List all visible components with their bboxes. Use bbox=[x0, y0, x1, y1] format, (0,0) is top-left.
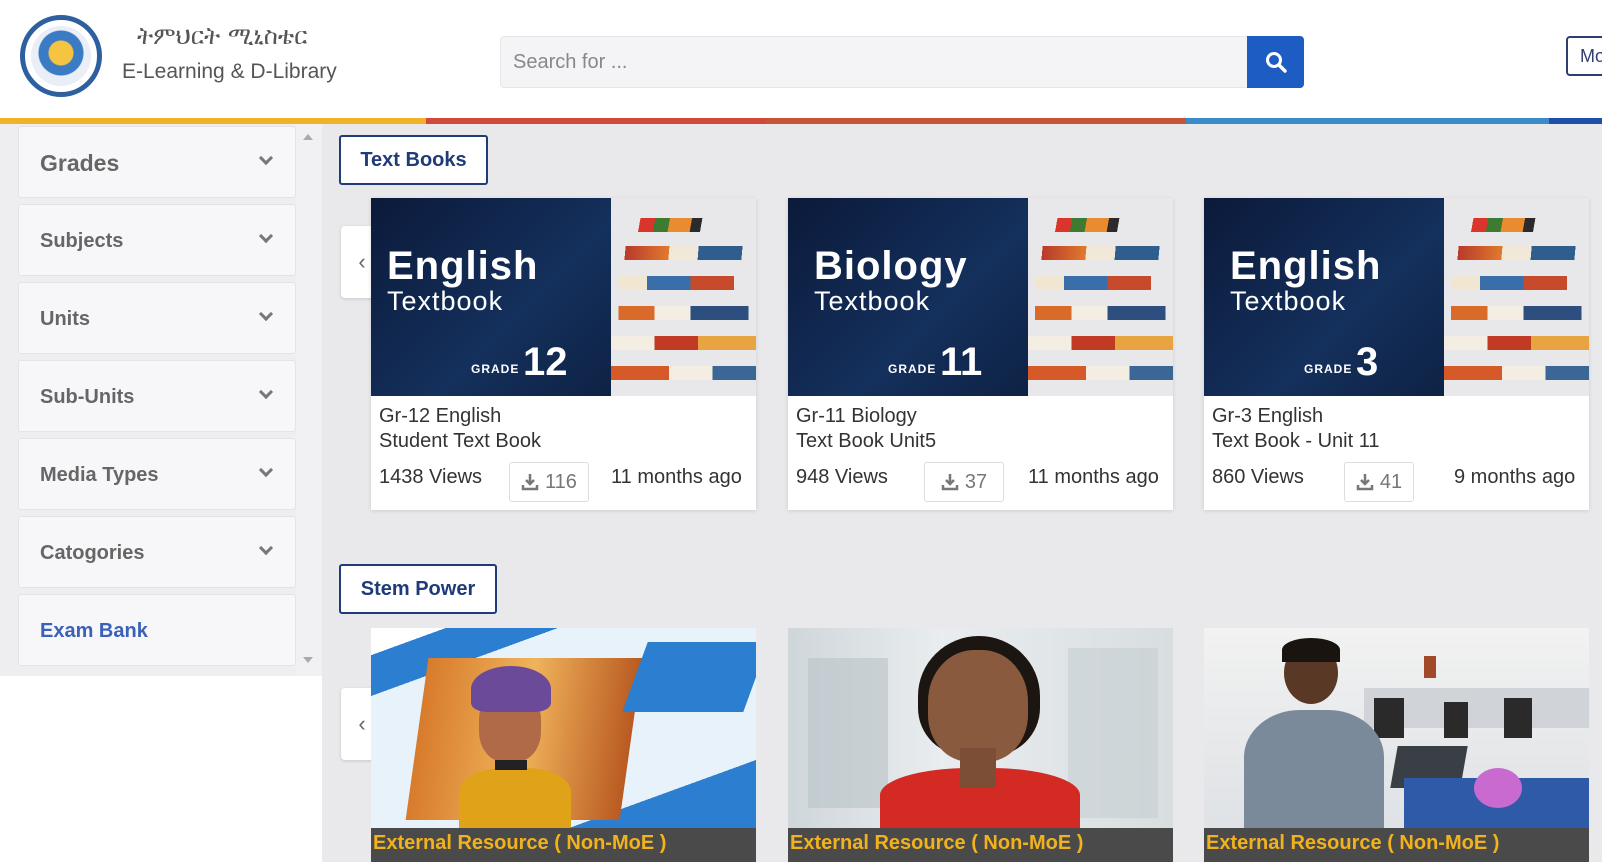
download-button[interactable]: 116 bbox=[509, 462, 589, 502]
textbook-cover[interactable]: English Textbook GRADE 3 bbox=[1204, 198, 1589, 396]
color-segment bbox=[426, 118, 766, 124]
download-button[interactable]: 37 bbox=[924, 462, 1004, 502]
download-count: 41 bbox=[1379, 470, 1403, 493]
external-resource-label: External Resource ( Non-MoE ) bbox=[371, 828, 756, 862]
cover-type: Textbook bbox=[814, 286, 931, 316]
textbook-card[interactable]: English Textbook GRADE 12 Gr-12 English … bbox=[371, 198, 756, 510]
filter-grades[interactable]: Grades bbox=[18, 126, 296, 198]
color-segment bbox=[1186, 118, 1549, 124]
cover-type: Textbook bbox=[1230, 286, 1347, 316]
view-count: 1438 Views bbox=[379, 466, 483, 488]
more-button[interactable]: Mo bbox=[1566, 36, 1602, 76]
textbook-title-line1: Gr-12 English bbox=[379, 405, 502, 427]
textbook-title[interactable]: Gr-12 English Student Text Book bbox=[379, 404, 541, 454]
chevron-down-icon bbox=[258, 228, 274, 244]
filter-sub-units[interactable]: Sub-Units bbox=[18, 360, 296, 432]
cover-grade-label: GRADE bbox=[888, 362, 937, 376]
video-thumbnail[interactable] bbox=[371, 628, 756, 828]
ministry-logo[interactable] bbox=[20, 15, 102, 97]
cover-type: Textbook bbox=[387, 286, 504, 316]
video-thumbnail[interactable] bbox=[788, 628, 1173, 828]
cover-grade-label: GRADE bbox=[471, 362, 520, 376]
download-icon bbox=[1356, 474, 1374, 491]
sidebar-scrollbar[interactable] bbox=[296, 124, 322, 676]
textbook-card[interactable]: Biology Textbook GRADE 11 Gr-11 Biology … bbox=[788, 198, 1173, 510]
textbook-title-line1: Gr-11 Biology bbox=[796, 405, 917, 427]
textbook-title[interactable]: Gr-11 Biology Text Book Unit5 bbox=[796, 404, 936, 454]
books-illustration bbox=[611, 198, 756, 396]
color-segment bbox=[1549, 118, 1602, 124]
stem-video-card[interactable]: External Resource ( Non-MoE ) bbox=[1204, 628, 1589, 862]
search-bar bbox=[500, 36, 1304, 88]
filter-categories[interactable]: Catogories bbox=[18, 516, 296, 588]
filter-media-types[interactable]: Media Types bbox=[18, 438, 296, 510]
cover-grade-number: 11 bbox=[940, 340, 983, 384]
exam-bank-label: Exam Bank bbox=[40, 620, 148, 642]
stem-video-card[interactable]: External Resource ( Non-MoE ) bbox=[371, 628, 756, 862]
chevron-down-icon bbox=[258, 462, 274, 478]
cover-grade-number: 12 bbox=[523, 340, 568, 384]
textbook-cover[interactable]: Biology Textbook GRADE 11 bbox=[788, 198, 1173, 396]
books-illustration bbox=[1028, 198, 1173, 396]
download-count: 116 bbox=[545, 470, 577, 493]
sidebar: Grades Subjects Units Sub-Units Media Ty… bbox=[0, 124, 322, 862]
filter-units[interactable]: Units bbox=[18, 282, 296, 354]
search-input[interactable] bbox=[501, 37, 1249, 87]
filter-label: Units bbox=[40, 308, 90, 330]
textbook-cover[interactable]: English Textbook GRADE 12 bbox=[371, 198, 756, 396]
chevron-left-icon: ‹ bbox=[358, 249, 366, 274]
brand-english-title: E-Learning & D-Library bbox=[122, 60, 337, 83]
filter-label: Subjects bbox=[40, 230, 124, 252]
section-stem-power-button[interactable]: Stem Power bbox=[339, 564, 497, 614]
filter-label: Media Types bbox=[40, 464, 159, 486]
download-button[interactable]: 41 bbox=[1344, 462, 1414, 502]
upload-age: 11 months ago bbox=[611, 466, 742, 488]
chevron-down-icon bbox=[258, 306, 274, 322]
chevron-down-icon bbox=[258, 540, 274, 556]
download-icon bbox=[941, 474, 959, 491]
cover-grade-number: 3 bbox=[1356, 340, 1379, 384]
upload-age: 11 months ago bbox=[1028, 466, 1159, 488]
cover-subject: Biology bbox=[814, 244, 968, 288]
video-thumbnail[interactable] bbox=[1204, 628, 1589, 828]
brand-amharic-title: ትምህርት ሚኒስቴር bbox=[137, 22, 308, 50]
cover-subject: English bbox=[387, 244, 539, 288]
scroll-down-icon[interactable] bbox=[303, 657, 313, 663]
filter-label: Grades bbox=[40, 150, 120, 176]
textbook-title-line2: Student Text Book bbox=[379, 430, 541, 452]
chevron-left-icon: ‹ bbox=[358, 711, 366, 736]
color-segment bbox=[766, 118, 1186, 124]
scroll-up-icon[interactable] bbox=[303, 134, 313, 140]
cover-grade-label: GRADE bbox=[1304, 362, 1353, 376]
cover-subject: English bbox=[1230, 244, 1382, 288]
view-count: 948 Views bbox=[796, 466, 888, 488]
textbook-card[interactable]: English Textbook GRADE 3 Gr-3 English Te… bbox=[1204, 198, 1589, 510]
books-illustration bbox=[1444, 198, 1589, 396]
header: ትምህርት ሚኒስቴር E-Learning & D-Library Mo bbox=[0, 0, 1602, 118]
filter-label: Catogories bbox=[40, 542, 145, 564]
external-resource-label: External Resource ( Non-MoE ) bbox=[1204, 828, 1589, 862]
search-icon bbox=[1265, 52, 1287, 73]
textbook-title[interactable]: Gr-3 English Text Book - Unit 11 bbox=[1212, 404, 1379, 454]
exam-bank-link[interactable]: Exam Bank bbox=[18, 594, 296, 666]
download-icon bbox=[521, 474, 539, 491]
chevron-down-icon bbox=[258, 150, 274, 166]
upload-age: 9 months ago bbox=[1454, 466, 1576, 488]
view-count: 860 Views bbox=[1212, 466, 1304, 488]
textbook-title-line1: Gr-3 English bbox=[1212, 405, 1324, 427]
external-resource-label: External Resource ( Non-MoE ) bbox=[788, 828, 1173, 862]
download-count: 37 bbox=[964, 470, 988, 493]
filter-subjects[interactable]: Subjects bbox=[18, 204, 296, 276]
logo-emblem bbox=[31, 26, 91, 86]
chevron-down-icon bbox=[258, 384, 274, 400]
filter-label: Sub-Units bbox=[40, 386, 135, 408]
textbook-title-line2: Text Book Unit5 bbox=[796, 430, 937, 452]
section-text-books-button[interactable]: Text Books bbox=[339, 135, 488, 185]
search-button[interactable] bbox=[1247, 36, 1304, 88]
stem-video-card[interactable]: External Resource ( Non-MoE ) bbox=[788, 628, 1173, 862]
textbook-title-line2: Text Book - Unit 11 bbox=[1212, 430, 1380, 452]
